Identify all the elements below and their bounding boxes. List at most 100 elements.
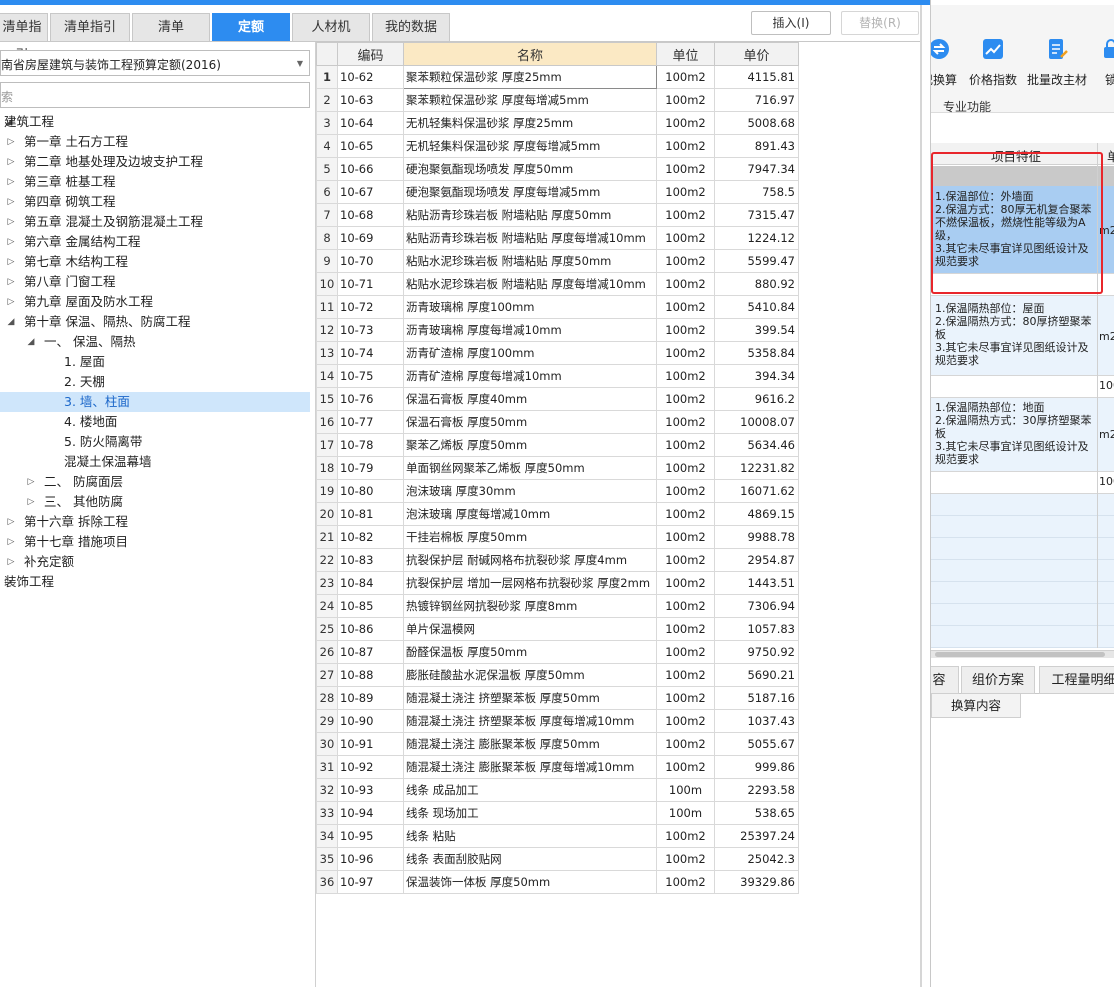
search-input[interactable]: 索 (0, 82, 310, 108)
feature-row[interactable]: 100 (931, 472, 1114, 494)
tree-item[interactable]: ◢ 第十章 保温、隔热、防腐工程 (0, 312, 310, 332)
grid-row[interactable]: 34 10-95 线条 粘贴 100m2 25397.24 (316, 824, 799, 848)
tab-list[interactable]: 清单 (132, 13, 210, 41)
collapsed-arrow-icon[interactable]: ▷ (6, 272, 16, 292)
grid-row[interactable]: 18 10-79 单面钢丝网聚苯乙烯板 厚度50mm 100m2 12231.82 (316, 456, 799, 480)
grid-row[interactable]: 8 10-69 粘贴沥青珍珠岩板 附墙粘贴 厚度每增减10mm 100m2 1224.1… (316, 226, 799, 250)
grid-row[interactable]: 16 10-77 保温石膏板 厚度50mm 100m2 10008.07 (316, 410, 799, 434)
tab-quantity-detail[interactable]: 工程量明细 (1039, 666, 1114, 694)
grid-row[interactable]: 4 10-65 无机轻集料保温砂浆 厚度每增减5mm 100m2 891.43 (316, 134, 799, 158)
expanded-arrow-icon[interactable]: ◢ (6, 312, 16, 332)
grid-row[interactable]: 6 10-67 硬泡聚氨酯现场喷发 厚度每增减5mm 100m2 758.5 (316, 180, 799, 204)
grid-row[interactable]: 17 10-78 聚苯乙烯板 厚度50mm 100m2 5634.46 (316, 433, 799, 457)
feature-row[interactable]: 1.保温隔热部位：地面 2.保温隔热方式：30厚挤塑聚苯板 3.其它未尽事宜详见… (931, 398, 1114, 472)
tree-item[interactable]: ▷ 第九章 屋面及防水工程 (0, 292, 310, 312)
replace-button[interactable]: 替换(R) (841, 11, 919, 35)
tree-item[interactable]: 混凝土保温幕墙 (0, 452, 310, 472)
collapsed-arrow-icon[interactable]: ▷ (6, 192, 16, 212)
grid-header-name[interactable]: 名称 (403, 42, 657, 66)
collapsed-arrow-icon[interactable]: ▷ (6, 172, 16, 192)
grid-row[interactable]: 14 10-75 沥青矿渣棉 厚度每增减10mm 100m2 394.34 (316, 364, 799, 388)
grid-row[interactable]: 5 10-66 硬泡聚氨酯现场喷发 厚度50mm 100m2 7947.34 (316, 157, 799, 181)
tree-item[interactable]: ▷ 第十七章 措施项目 (0, 532, 310, 552)
tree-item[interactable]: ◢ 建筑工程 (0, 112, 310, 132)
grid-header-code[interactable]: 编码 (337, 42, 404, 66)
grid-row[interactable]: 32 10-93 线条 成品加工 100m 2293.58 (316, 778, 799, 802)
collapsed-arrow-icon[interactable]: ▷ (26, 472, 36, 492)
grid-row[interactable]: 36 10-97 保温装饰一体板 厚度50mm 100m2 39329.86 (316, 870, 799, 894)
tab-conversion-content[interactable]: 换算内容 (931, 694, 1021, 718)
grid-row[interactable]: 19 10-80 泡沫玻璃 厚度30mm 100m2 16071.62 (316, 479, 799, 503)
grid-row[interactable]: 2 10-63 聚苯颗粒保温砂浆 厚度每增减5mm 100m2 716.97 (316, 88, 799, 112)
grid-row[interactable]: 21 10-82 干挂岩棉板 厚度50mm 100m2 9988.78 (316, 525, 799, 549)
tree-item[interactable]: ▷ 第七章 木结构工程 (0, 252, 310, 272)
tab-list-guide-2[interactable]: 清单指引 (50, 13, 130, 41)
tree-item[interactable]: ▷ 装饰工程 (0, 572, 310, 592)
tab-content[interactable]: 容 (931, 666, 959, 694)
tree-item[interactable]: 1. 屋面 (0, 352, 310, 372)
tab-quota[interactable]: 定额 (212, 13, 290, 41)
expanded-arrow-icon[interactable]: ◢ (26, 332, 36, 352)
quota-library-select[interactable]: 南省房屋建筑与装饰工程预算定额(2016) ▼ (0, 50, 310, 76)
grid-row[interactable]: 15 10-76 保温石膏板 厚度40mm 100m2 9616.2 (316, 387, 799, 411)
grid-row[interactable]: 10 10-71 粘贴水泥珍珠岩板 附墙粘贴 厚度每增减10mm 100m2 880.9… (316, 272, 799, 296)
tree-item[interactable]: ▷ 第四章 砌筑工程 (0, 192, 310, 212)
grid-row[interactable]: 1 10-62 聚苯颗粒保温砂浆 厚度25mm 100m2 4115.81 (316, 65, 799, 89)
tree-item[interactable]: ▷ 第五章 混凝土及钢筋混凝土工程 (0, 212, 310, 232)
collapsed-arrow-icon[interactable]: ▷ (6, 552, 16, 572)
collapsed-arrow-icon[interactable]: ▷ (6, 532, 16, 552)
grid-row[interactable]: 27 10-88 膨胀硅酸盐水泥保温板 厚度50mm 100m2 5690.21 (316, 663, 799, 687)
tree-item[interactable]: ▷ 三、 其他防腐 (0, 492, 310, 512)
grid-row[interactable]: 13 10-74 沥青矿渣棉 厚度100mm 100m2 5358.84 (316, 341, 799, 365)
grid-row[interactable]: 7 10-68 粘贴沥青珍珠岩板 附墙粘贴 厚度50mm 100m2 7315.47 (316, 203, 799, 227)
tree-item[interactable]: 4. 楼地面 (0, 412, 310, 432)
tree-item[interactable]: ▷ 二、 防腐面层 (0, 472, 310, 492)
collapsed-arrow-icon[interactable]: ▷ (6, 512, 16, 532)
grid-row[interactable]: 11 10-72 沥青玻璃棉 厚度100mm 100m2 5410.84 (316, 295, 799, 319)
insert-button[interactable]: 插入(I) (751, 11, 831, 35)
tree-item[interactable]: 3. 墙、柱面 (0, 392, 310, 412)
collapsed-arrow-icon[interactable]: ▷ (6, 252, 16, 272)
tab-my-data[interactable]: 我的数据 (372, 13, 450, 41)
grid-row[interactable]: 30 10-91 随混凝土浇注 膨胀聚苯板 厚度50mm 100m2 5055.67 (316, 732, 799, 756)
tab-list-guide-1[interactable]: 清单指引 (0, 13, 48, 63)
collapsed-arrow-icon[interactable]: ▷ (6, 152, 16, 172)
tree-item[interactable]: ◢ 一、 保温、隔热 (0, 332, 310, 352)
grid-header-price[interactable]: 单价 (714, 42, 799, 66)
tree-item[interactable]: 5. 防火隔离带 (0, 432, 310, 452)
grid-row[interactable]: 31 10-92 随混凝土浇注 膨胀聚苯板 厚度每增减10mm 100m2 999.86 (316, 755, 799, 779)
tree-item[interactable]: ▷ 第八章 门窗工程 (0, 272, 310, 292)
grid-row[interactable]: 22 10-83 抗裂保护层 耐碱网格布抗裂砂浆 厚度4mm 100m2 2954.87 (316, 548, 799, 572)
grid-row[interactable]: 23 10-84 抗裂保护层 增加一层网格布抗裂砂浆 厚度2mm 100m2 1443.… (316, 571, 799, 595)
tree-item[interactable]: ▷ 第六章 金属结构工程 (0, 232, 310, 252)
grid-row[interactable]: 24 10-85 热镀锌钢丝网抗裂砂浆 厚度8mm 100m2 7306.94 (316, 594, 799, 618)
collapsed-arrow-icon[interactable]: ▷ (6, 232, 16, 252)
grid-row[interactable]: 28 10-89 随混凝土浇注 挤塑聚苯板 厚度50mm 100m2 5187.16 (316, 686, 799, 710)
grid-row[interactable]: 20 10-81 泡沫玻璃 厚度每增减10mm 100m2 4869.15 (316, 502, 799, 526)
grid-header-unit[interactable]: 单位 (656, 42, 715, 66)
tree-item[interactable]: ▷ 第三章 桩基工程 (0, 172, 310, 192)
tree-item[interactable]: ▷ 第一章 土石方工程 (0, 132, 310, 152)
grid-row[interactable]: 33 10-94 线条 现场加工 100m 538.65 (316, 801, 799, 825)
grid-row[interactable]: 29 10-90 随混凝土浇注 挤塑聚苯板 厚度每增减10mm 100m2 1037.4… (316, 709, 799, 733)
collapsed-arrow-icon[interactable]: ▷ (6, 212, 16, 232)
tree-item[interactable]: ▷ 第十六章 拆除工程 (0, 512, 310, 532)
collapsed-arrow-icon[interactable]: ▷ (6, 292, 16, 312)
grid-row[interactable]: 12 10-73 沥青玻璃棉 厚度每增减10mm 100m2 399.54 (316, 318, 799, 342)
tree-item[interactable]: 2. 天棚 (0, 372, 310, 392)
collapsed-arrow-icon[interactable]: ▷ (6, 132, 16, 152)
chevron-down-icon[interactable]: ▼ (297, 59, 303, 68)
tree-item[interactable]: ▷ 第二章 地基处理及边坡支护工程 (0, 152, 310, 172)
grid-row[interactable]: 25 10-86 单片保温模网 100m2 1057.83 (316, 617, 799, 641)
collapsed-arrow-icon[interactable]: ▷ (26, 492, 36, 512)
grid-row[interactable]: 26 10-87 酚醛保温板 厚度50mm 100m2 9750.92 (316, 640, 799, 664)
feature-row[interactable]: 100 (931, 376, 1114, 398)
scrollbar-thumb[interactable] (935, 652, 1105, 657)
tab-pricing-scheme[interactable]: 组价方案 (961, 666, 1035, 694)
tab-labor-material-machine[interactable]: 人材机 (292, 13, 370, 41)
horizontal-scrollbar[interactable] (931, 650, 1114, 658)
grid-row[interactable]: 9 10-70 粘贴水泥珍珠岩板 附墙粘贴 厚度50mm 100m2 5599.47 (316, 249, 799, 273)
feature-row[interactable]: 1.保温隔热部位：屋面 2.保温隔热方式：80厚挤塑聚苯板 3.其它未尽事宜详见… (931, 296, 1114, 376)
unit-header-label[interactable]: 单 (1107, 146, 1114, 165)
tree-item[interactable]: ▷ 补充定额 (0, 552, 310, 572)
